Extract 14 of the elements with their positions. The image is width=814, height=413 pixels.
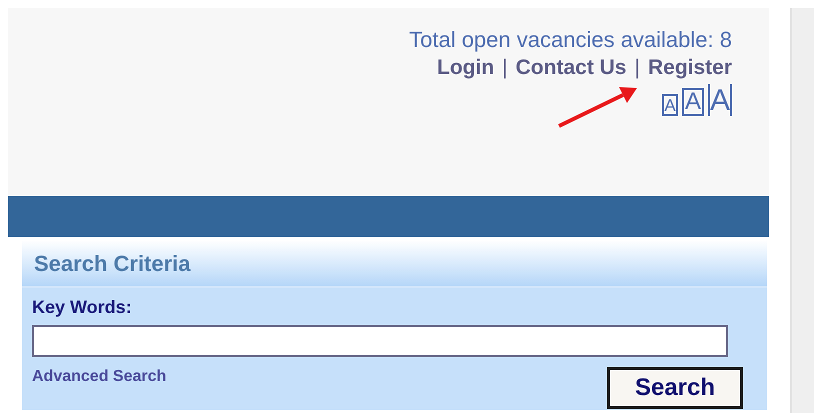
keywords-input[interactable] — [32, 325, 728, 357]
panel-title: Search Criteria — [34, 250, 191, 278]
font-size-button[interactable]: A — [682, 88, 704, 116]
header-link[interactable]: Login — [437, 54, 494, 82]
header-link[interactable]: Contact Us — [516, 54, 626, 82]
font-size-button[interactable]: A — [708, 84, 732, 116]
field-label: Key Words: — [32, 296, 133, 319]
separator: | — [502, 55, 508, 81]
vacancies-count: Total open vacancies available: 8 — [409, 26, 732, 54]
font-size-button[interactable]: A — [662, 94, 678, 116]
header-link[interactable]: Register — [648, 54, 732, 82]
separator: | — [634, 55, 640, 81]
advanced-search-link[interactable]: Advanced Search — [32, 365, 166, 389]
search-button[interactable]: Search — [607, 367, 743, 409]
